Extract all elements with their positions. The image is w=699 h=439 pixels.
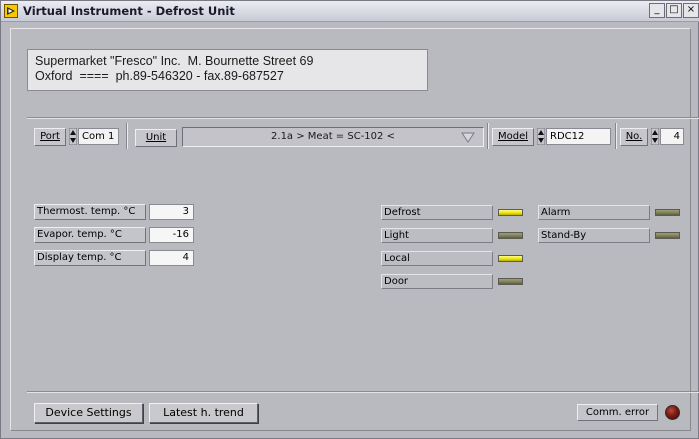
title-bar[interactable]: Virtual Instrument - Defrost Unit _ □ ×	[1, 1, 699, 22]
port-button[interactable]: Port	[34, 128, 66, 146]
comm-error-label: Comm. error	[577, 404, 658, 421]
defrost-label: Defrost	[381, 205, 493, 220]
alarm-label: Alarm	[538, 205, 650, 220]
light-label: Light	[381, 228, 493, 243]
toolbar-divider-3	[615, 123, 617, 149]
light-led-indicator	[498, 232, 523, 239]
door-led-indicator	[498, 278, 523, 285]
evaporator-temp-value: -16	[149, 227, 194, 243]
toolbar-divider-2	[487, 123, 489, 149]
divider-bottom	[27, 391, 699, 393]
number-spinner-icon[interactable]	[651, 128, 659, 145]
port-spinner-icon[interactable]	[69, 128, 77, 145]
standby-led-indicator	[655, 232, 680, 239]
evaporator-temp-label: Evapor. temp. °C	[34, 227, 146, 243]
close-button[interactable]: ×	[683, 3, 699, 18]
unit-selector-dropdown[interactable]: 2.1a > Meat = SC-102 <	[182, 127, 484, 147]
comm-error-led-indicator	[665, 405, 680, 420]
defrost-led-indicator	[498, 209, 523, 216]
maximize-button[interactable]: □	[666, 3, 682, 18]
port-value-field[interactable]: Com 1	[78, 128, 119, 145]
customer-info-line-2: Oxford ==== ph.89-546320 - fax.89-687527	[35, 69, 284, 83]
customer-info-box: Supermarket "Fresco" Inc. M. Bournette S…	[27, 49, 428, 91]
unit-selected-value: 2.1a > Meat = SC-102 <	[271, 131, 395, 142]
device-settings-button[interactable]: Device Settings	[34, 403, 143, 423]
labview-vi-icon	[4, 4, 18, 18]
model-spinner-icon[interactable]	[537, 128, 545, 145]
local-label: Local	[381, 251, 493, 266]
display-temp-value: 4	[149, 250, 194, 266]
model-value-field[interactable]: RDC12	[546, 128, 611, 145]
thermostat-temp-label: Thermost. temp. °C	[34, 204, 146, 220]
window-title: Virtual Instrument - Defrost Unit	[23, 4, 235, 18]
divider-top	[27, 117, 699, 119]
chevron-down-icon[interactable]	[461, 132, 475, 150]
door-label: Door	[381, 274, 493, 289]
model-button[interactable]: Model	[492, 128, 534, 146]
number-value-field[interactable]: 4	[660, 128, 684, 145]
display-temp-label: Display temp. °C	[34, 250, 146, 266]
alarm-led-indicator	[655, 209, 680, 216]
local-led-indicator	[498, 255, 523, 262]
unit-button[interactable]: Unit	[135, 129, 177, 147]
thermostat-temp-value: 3	[149, 204, 194, 220]
latest-trend-button[interactable]: Latest h. trend	[149, 403, 258, 423]
standby-label: Stand-By	[538, 228, 650, 243]
number-button[interactable]: No.	[620, 128, 648, 146]
app-window: Virtual Instrument - Defrost Unit _ □ × …	[0, 0, 699, 439]
customer-info-line-1: Supermarket "Fresco" Inc. M. Bournette S…	[35, 54, 314, 68]
minimize-button[interactable]: _	[649, 3, 665, 18]
toolbar-divider-1	[126, 123, 128, 149]
